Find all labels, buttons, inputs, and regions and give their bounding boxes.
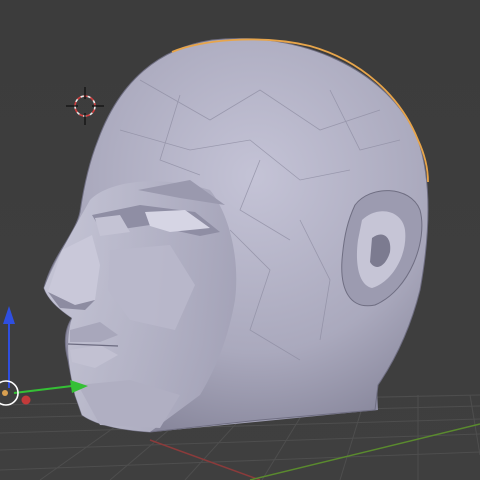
low-poly-head-mesh[interactable] bbox=[43, 38, 429, 433]
gizmo-y-axis[interactable] bbox=[13, 385, 73, 394]
3d-viewport[interactable] bbox=[0, 0, 480, 480]
x-axis-line bbox=[149, 439, 261, 480]
3d-cursor-icon[interactable] bbox=[66, 87, 104, 125]
y-axis-line bbox=[249, 423, 480, 480]
viewport-scene bbox=[0, 38, 480, 480]
gizmo-x-handle[interactable] bbox=[21, 395, 31, 405]
